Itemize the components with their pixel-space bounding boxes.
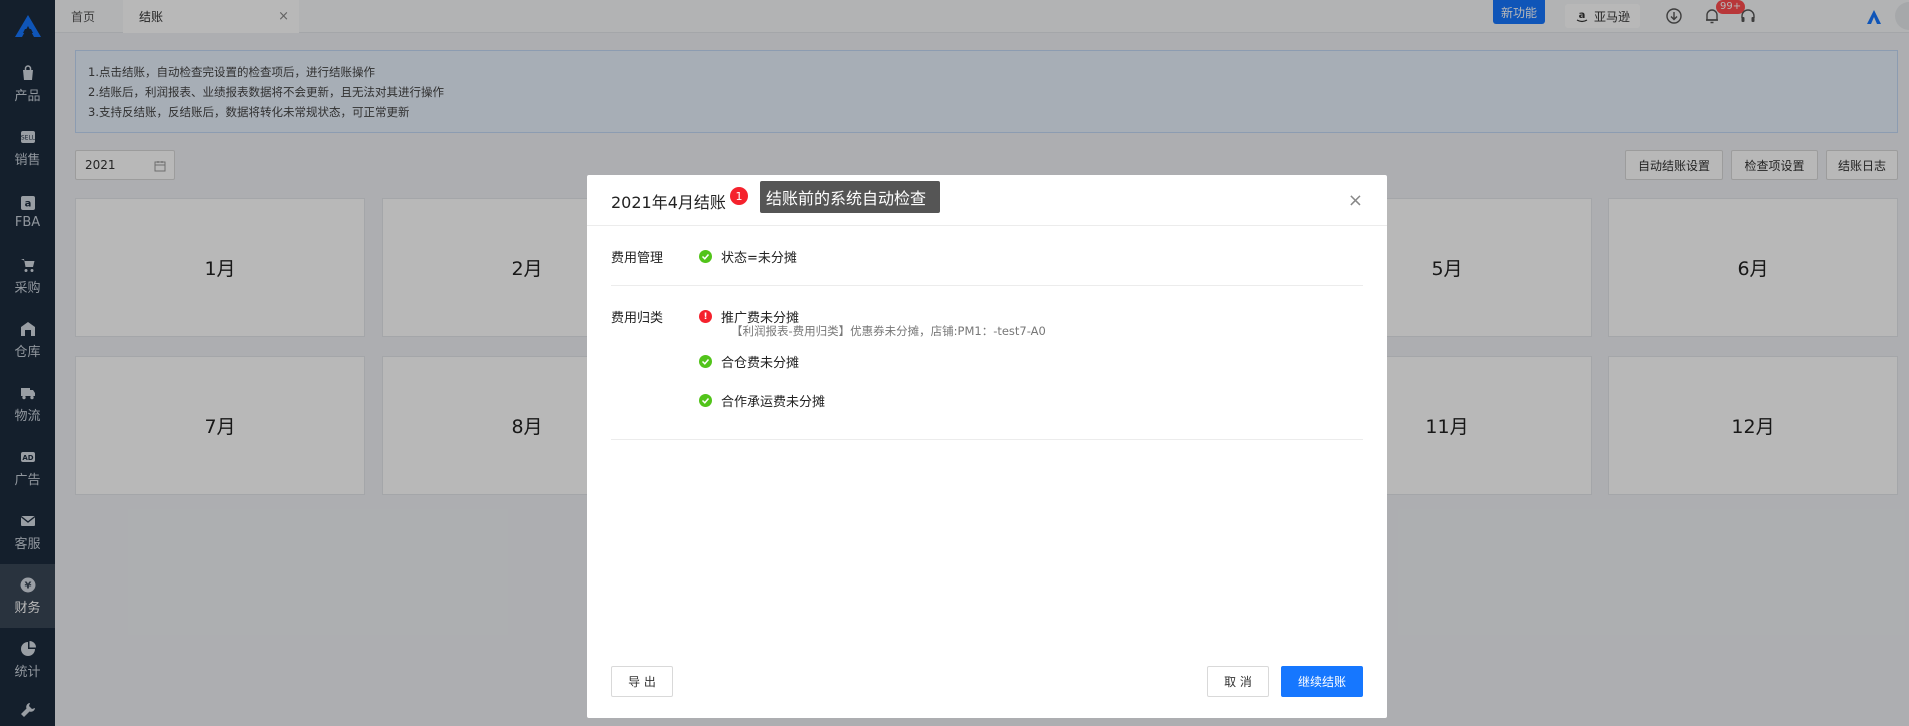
modal-header: 2021年4月结账 1 结账前的系统自动检查 × bbox=[587, 175, 1387, 226]
export-button[interactable]: 导 出 bbox=[611, 666, 673, 697]
cancel-button[interactable]: 取 消 bbox=[1207, 666, 1269, 697]
check-tooltip: 结账前的系统自动检查 bbox=[760, 181, 940, 213]
check-item-text: 合作承运费未分摊 bbox=[721, 395, 826, 410]
check-circle-icon bbox=[699, 355, 712, 368]
check-item: 状态=未分摊 bbox=[699, 247, 797, 266]
check-item-text: 状态=未分摊 bbox=[721, 251, 797, 266]
group-label: 费用管理 bbox=[611, 251, 664, 266]
error-count-badge[interactable]: 1 bbox=[730, 187, 748, 205]
check-item-text: 合仓费未分摊 bbox=[721, 356, 800, 371]
error-circle-icon: ! bbox=[699, 310, 712, 323]
close-icon[interactable]: × bbox=[1348, 190, 1363, 211]
check-item-detail: 【利润报表-费用归类】优惠券未分摊，店铺:PM1：-test7-A0 bbox=[731, 324, 1046, 338]
continue-closing-button[interactable]: 继续结账 bbox=[1281, 666, 1363, 697]
check-item: 合仓费未分摊 bbox=[699, 352, 799, 371]
group-label: 费用归类 bbox=[611, 311, 664, 326]
check-circle-icon bbox=[699, 250, 712, 263]
check-group-expense-management: 费用管理 状态=未分摊 bbox=[611, 226, 1363, 286]
check-circle-icon bbox=[699, 394, 712, 407]
closing-check-modal: 2021年4月结账 1 结账前的系统自动检查 × 费用管理 状态=未分摊 费用归… bbox=[587, 175, 1387, 718]
check-item: 合作承运费未分摊 bbox=[699, 391, 825, 410]
modal-title: 2021年4月结账 bbox=[611, 193, 726, 212]
check-group-expense-category: 费用归类 ! 推广费未分摊 【利润报表-费用归类】优惠券未分摊，店铺:PM1：-… bbox=[611, 286, 1363, 440]
